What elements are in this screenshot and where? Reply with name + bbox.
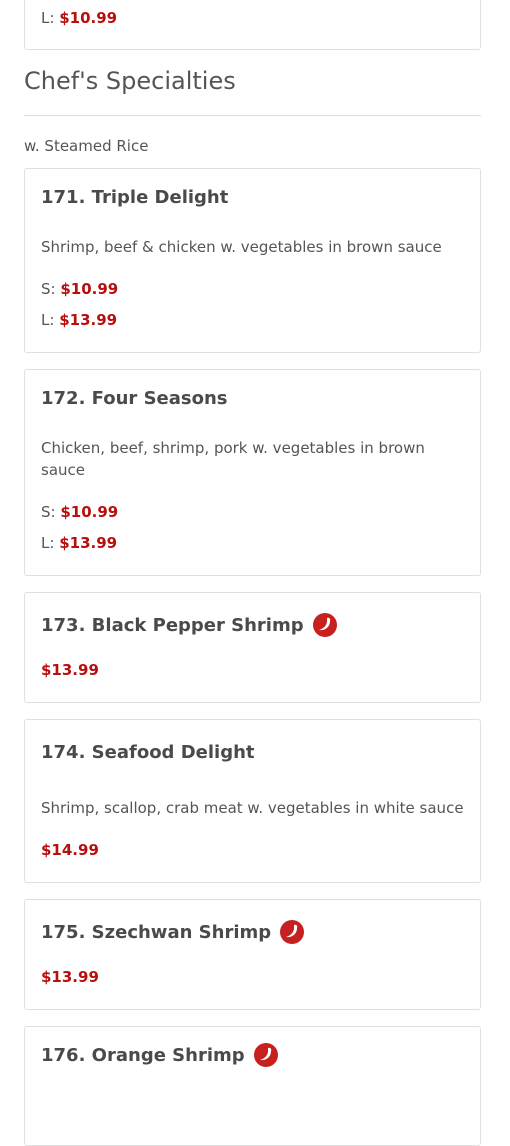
size-label: L: <box>41 534 55 552</box>
size-label: L: <box>41 311 55 329</box>
item-price: $13.99 <box>59 534 118 552</box>
item-name: 174. Seafood Delight <box>41 742 255 763</box>
item-name: 175. Szechwan Shrimp <box>41 921 272 943</box>
item-price: $10.99 <box>60 280 119 298</box>
section-title: Chef's Specialties <box>24 67 236 95</box>
price-line: S: $10.99 <box>41 502 118 522</box>
item-price: $10.99 <box>60 503 119 521</box>
chili-pepper-icon <box>312 613 337 637</box>
size-label: L: <box>41 9 55 27</box>
item-price: $14.99 <box>41 841 99 859</box>
price-line: $13.99 <box>41 660 99 680</box>
item-name: 172. Four Seasons <box>41 388 228 409</box>
size-label: S: <box>41 280 56 298</box>
section-header: Chef's Specialties w. Steamed Rice <box>24 50 481 168</box>
item-description: Chicken, beef, shrimp, pork w. vegetable… <box>41 439 425 479</box>
price-line: L: $13.99 <box>41 310 117 330</box>
item-description: Shrimp, scallop, crab meat w. vegetables… <box>41 799 464 817</box>
price-line: S: $10.99 <box>41 279 118 299</box>
price-line: L: $13.99 <box>41 533 117 553</box>
menu-list: L: $10.99 Chef's Specialties w. Steamed … <box>24 0 481 1146</box>
chili-pepper-icon <box>280 920 305 944</box>
menu-item-card[interactable]: 172. Four Seasons Chicken, beef, shrimp,… <box>24 369 481 576</box>
item-price: $13.99 <box>41 968 99 986</box>
size-label: S: <box>41 503 56 521</box>
section-divider <box>24 115 481 116</box>
item-title-row: 173. Black Pepper Shrimp <box>41 613 337 637</box>
menu-item-card[interactable]: 171. Triple Delight Shrimp, beef & chick… <box>24 168 481 353</box>
item-name: 173. Black Pepper Shrimp <box>41 614 304 636</box>
item-price: $13.99 <box>59 311 118 329</box>
chili-pepper-icon <box>253 1043 278 1067</box>
item-price: $13.99 <box>41 661 99 679</box>
item-description: Shrimp, beef & chicken w. vegetables in … <box>41 238 442 256</box>
item-price: $10.99 <box>59 9 118 27</box>
item-name: 171. Triple Delight <box>41 187 229 208</box>
menu-item-card[interactable]: 175. Szechwan Shrimp $13.99 <box>24 899 481 1010</box>
price-line: $13.99 <box>41 967 99 987</box>
item-title-row: 175. Szechwan Shrimp <box>41 920 305 944</box>
menu-item-card[interactable]: L: $10.99 <box>24 0 481 50</box>
menu-item-card[interactable]: 176. Orange Shrimp <box>24 1026 481 1146</box>
item-title-row: 176. Orange Shrimp <box>41 1043 278 1067</box>
price-line: $14.99 <box>41 840 99 860</box>
menu-item-card[interactable]: 174. Seafood Delight Shrimp, scallop, cr… <box>24 719 481 883</box>
price-line: L: $10.99 <box>41 8 117 28</box>
item-name: 176. Orange Shrimp <box>41 1044 245 1066</box>
section-subtitle: w. Steamed Rice <box>24 137 149 155</box>
menu-item-card[interactable]: 173. Black Pepper Shrimp $13.99 <box>24 592 481 703</box>
